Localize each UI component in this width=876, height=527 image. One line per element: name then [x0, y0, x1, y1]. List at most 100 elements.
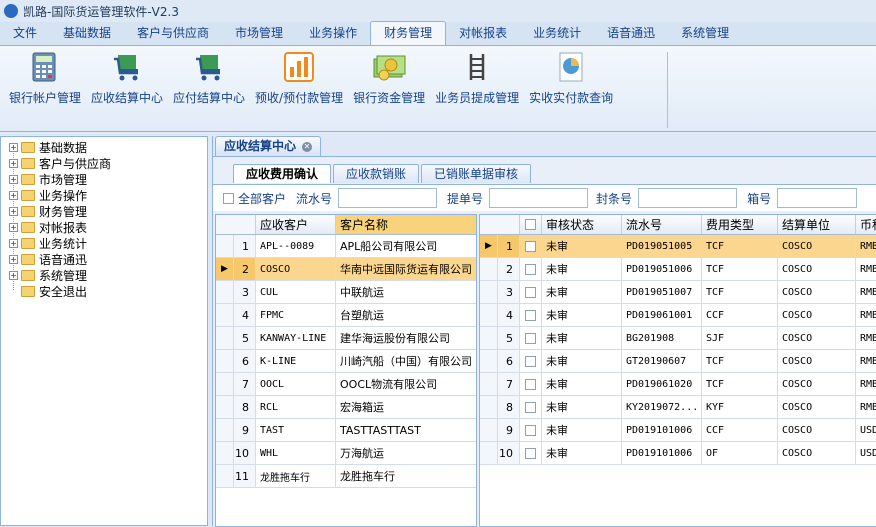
fee-type-cell[interactable]: CCF: [702, 419, 778, 441]
customer-code-cell[interactable]: WHL: [256, 442, 336, 464]
row-checkbox-cell[interactable]: [520, 442, 542, 464]
serial-cell[interactable]: PD019061020: [622, 373, 702, 395]
fee-type-cell[interactable]: SJF: [702, 327, 778, 349]
audit-status-cell[interactable]: 未审: [542, 304, 622, 326]
tree-node-statistics[interactable]: + 业务统计: [9, 235, 87, 251]
currency-cell[interactable]: RMB: [856, 327, 876, 349]
subtab-audit[interactable]: 已销账单据审核: [421, 164, 532, 183]
row-checkbox-cell[interactable]: [520, 304, 542, 326]
currency-cell[interactable]: RMB: [856, 350, 876, 372]
customer-code-cell[interactable]: CUL: [256, 281, 336, 303]
currency-cell[interactable]: USD: [856, 419, 876, 441]
customer-row[interactable]: 3 CUL 中联航运: [216, 281, 476, 304]
row-checkbox[interactable]: [525, 424, 536, 436]
audit-status-cell[interactable]: 未审: [542, 419, 622, 441]
row-checkbox[interactable]: [525, 286, 536, 298]
settle-unit-cell[interactable]: COSCO: [778, 281, 856, 303]
customer-name-cell[interactable]: 万海航运: [336, 442, 476, 464]
close-icon[interactable]: ✕: [302, 141, 313, 152]
customer-row[interactable]: 9 TAST TASTTASTTAST: [216, 419, 476, 442]
customer-name-cell[interactable]: 宏海箱运: [336, 396, 476, 418]
settle-unit-cell[interactable]: COSCO: [778, 442, 856, 464]
tree-node-basic-data[interactable]: + 基础数据: [9, 139, 87, 155]
customer-code-cell[interactable]: APL--0089: [256, 235, 336, 257]
tree-node-operations[interactable]: + 业务操作: [9, 187, 87, 203]
select-all-checkbox[interactable]: [525, 219, 536, 230]
select-all-checkbox-cell[interactable]: [520, 215, 542, 234]
customer-code-cell[interactable]: K-LINE: [256, 350, 336, 372]
customer-code-cell[interactable]: FPMC: [256, 304, 336, 326]
customer-name-cell[interactable]: APL船公司有限公司: [336, 235, 476, 257]
customer-code-cell[interactable]: 龙胜拖车行: [256, 465, 336, 487]
settle-unit-cell[interactable]: COSCO: [778, 235, 856, 257]
serial-cell[interactable]: PD019051006: [622, 258, 702, 280]
fee-type-cell[interactable]: TCF: [702, 258, 778, 280]
col-currency[interactable]: 币种: [856, 215, 876, 234]
tree-node-reports[interactable]: + 对帐报表: [9, 219, 87, 235]
subtab-writeoff[interactable]: 应收款销账: [333, 164, 420, 183]
settle-unit-cell[interactable]: COSCO: [778, 327, 856, 349]
customer-row[interactable]: 5 KANWAY-LINE 建华海运股份有限公司: [216, 327, 476, 350]
expand-icon[interactable]: +: [9, 222, 18, 232]
col-serial[interactable]: 流水号: [622, 215, 702, 234]
settle-unit-cell[interactable]: COSCO: [778, 304, 856, 326]
serial-cell[interactable]: PD019101006: [622, 442, 702, 464]
fee-row[interactable]: 2 未审PD019051006TCFCOSCORMB: [480, 258, 876, 281]
tab-finance[interactable]: 财务管理: [370, 21, 447, 45]
customer-name-cell[interactable]: 川崎汽船（中国）有限公司: [336, 350, 476, 372]
col-customer-name[interactable]: 客户名称: [336, 215, 476, 234]
fee-row[interactable]: 4 未审PD019061001CCFCOSCORMB: [480, 304, 876, 327]
tree-node-system[interactable]: + 系统管理: [9, 267, 87, 283]
tree-node-market[interactable]: + 市场管理: [9, 171, 87, 187]
tab-market[interactable]: 市场管理: [222, 22, 296, 45]
receivable-center-button[interactable]: 应收结算中心: [86, 50, 168, 106]
settle-unit-cell[interactable]: COSCO: [778, 373, 856, 395]
customer-row[interactable]: 11 龙胜拖车行 龙胜拖车行: [216, 465, 476, 488]
expand-icon[interactable]: +: [9, 158, 18, 168]
settle-unit-cell[interactable]: COSCO: [778, 350, 856, 372]
row-checkbox-cell[interactable]: [520, 235, 542, 257]
audit-status-cell[interactable]: 未审: [542, 258, 622, 280]
row-checkbox[interactable]: [525, 309, 536, 321]
customer-name-cell[interactable]: 中联航运: [336, 281, 476, 303]
fee-type-cell[interactable]: OF: [702, 442, 778, 464]
expand-icon[interactable]: +: [9, 270, 18, 280]
fee-row[interactable]: 9 未审PD019101006CCFCOSCOUSD: [480, 419, 876, 442]
row-checkbox[interactable]: [525, 447, 536, 459]
currency-cell[interactable]: RMB: [856, 304, 876, 326]
bank-account-button[interactable]: 银行帐户管理: [4, 50, 86, 106]
row-checkbox-cell[interactable]: [520, 281, 542, 303]
fee-type-cell[interactable]: TCF: [702, 235, 778, 257]
col-fee-type[interactable]: 费用类型: [702, 215, 778, 234]
fee-type-cell[interactable]: TCF: [702, 281, 778, 303]
customer-name-cell[interactable]: 台塑航运: [336, 304, 476, 326]
expand-icon[interactable]: +: [9, 238, 18, 248]
bank-funds-button[interactable]: 银行资金管理: [348, 50, 430, 106]
customer-row[interactable]: 8 RCL 宏海箱运: [216, 396, 476, 419]
currency-cell[interactable]: USD: [856, 442, 876, 464]
box-input[interactable]: [777, 188, 858, 208]
fee-type-cell[interactable]: CCF: [702, 304, 778, 326]
tree-node-finance[interactable]: + 财务管理: [9, 203, 87, 219]
customer-code-cell[interactable]: TAST: [256, 419, 336, 441]
row-checkbox-cell[interactable]: [520, 396, 542, 418]
col-settle-unit[interactable]: 结算单位: [778, 215, 856, 234]
all-customers-checkbox[interactable]: [223, 192, 234, 204]
audit-status-cell[interactable]: 未审: [542, 281, 622, 303]
serial-cell[interactable]: PD019051005: [622, 235, 702, 257]
customer-code-cell[interactable]: OOCL: [256, 373, 336, 395]
audit-status-cell[interactable]: 未审: [542, 350, 622, 372]
tab-voice[interactable]: 语音通迅: [594, 22, 668, 45]
customer-row[interactable]: ▶ 2 COSCO 华南中远国际货运有限公司: [216, 258, 476, 281]
row-checkbox[interactable]: [525, 332, 536, 344]
payment-query-button[interactable]: 实收实付款查询: [524, 50, 618, 106]
serial-input[interactable]: [338, 188, 438, 208]
customer-row[interactable]: 10 WHL 万海航运: [216, 442, 476, 465]
row-checkbox-cell[interactable]: [520, 258, 542, 280]
currency-cell[interactable]: RMB: [856, 235, 876, 257]
tab-basic-data[interactable]: 基础数据: [50, 22, 124, 45]
prepayment-button[interactable]: 预收/预付款管理: [250, 50, 348, 106]
fee-row[interactable]: 3 未审PD019051007TCFCOSCORMB: [480, 281, 876, 304]
customer-row[interactable]: 1 APL--0089 APL船公司有限公司: [216, 235, 476, 258]
payable-center-button[interactable]: 应付结算中心: [168, 50, 250, 106]
